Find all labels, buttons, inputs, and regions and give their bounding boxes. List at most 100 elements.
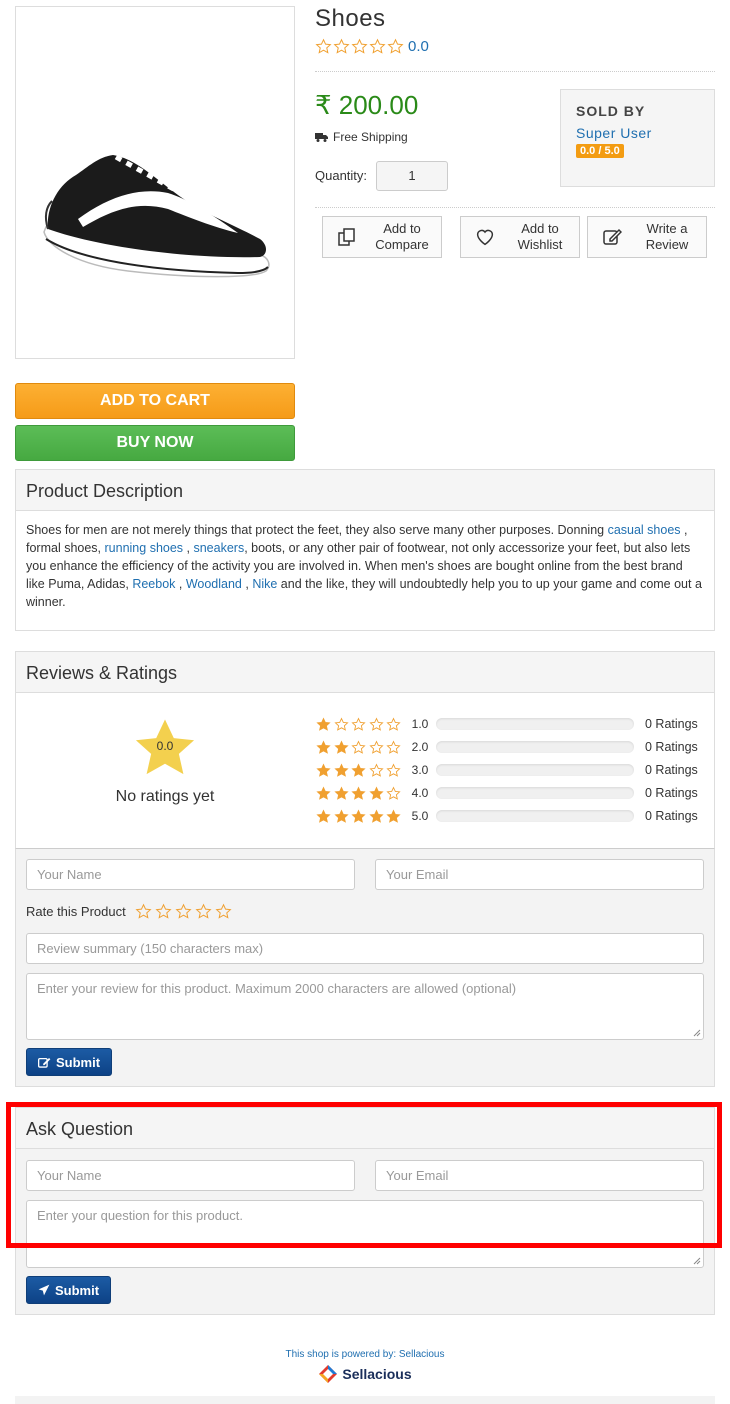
rate-stars-input[interactable]	[135, 903, 235, 920]
rating-row-value: 2.0	[411, 740, 429, 754]
average-rating-value: 0.0	[156, 739, 174, 753]
ask-submit-label: Submit	[55, 1282, 100, 1298]
link-casual-shoes[interactable]: casual shoes	[608, 523, 681, 537]
rating-row-value: 3.0	[411, 763, 429, 777]
edit-icon	[596, 227, 628, 247]
brand-name: Sellacious	[342, 1366, 412, 1382]
rating-row-count: 0 Ratings	[645, 740, 698, 754]
star-filled-icon	[333, 763, 349, 777]
add-to-wishlist-button[interactable]: Add to Wishlist	[460, 216, 580, 258]
ask-question-heading: Ask Question	[16, 1108, 714, 1149]
star-filled-icon	[368, 809, 384, 823]
rating-progress-bar	[436, 764, 634, 776]
rating-distribution-row: 5.0 0 Ratings	[316, 807, 698, 825]
review-text-placeholder: Enter your review for this product. Maxi…	[37, 981, 517, 996]
link-nike[interactable]: Nike	[252, 577, 277, 591]
rating-progress-bar	[436, 718, 634, 730]
rating-row-stars	[316, 786, 404, 801]
star-filled-icon	[386, 809, 401, 823]
review-name-input[interactable]: Your Name	[26, 859, 355, 890]
star-filled-icon	[316, 740, 331, 754]
write-review-button[interactable]: Write a Review	[587, 216, 707, 258]
quantity-label: Quantity:	[315, 168, 368, 183]
review-submit-label: Submit	[56, 1054, 101, 1070]
sellacious-logo-icon	[319, 1365, 338, 1383]
star-filled-icon	[316, 717, 331, 731]
add-to-compare-button[interactable]: Add to Compare	[322, 216, 442, 258]
quantity-input[interactable]: 1	[376, 161, 448, 191]
rating-row-stars	[316, 763, 404, 778]
reviews-heading: Reviews & Ratings	[16, 652, 714, 693]
seller-name-link[interactable]: Super User	[576, 125, 699, 141]
product-rating[interactable]: 0.0	[315, 38, 429, 55]
add-to-wishlist-label: Add to Wishlist	[517, 221, 563, 252]
rating-distribution-row: 3.0 0 Ratings	[316, 761, 698, 779]
review-summary-input[interactable]: Review summary (150 characters max)	[26, 933, 704, 964]
divider	[315, 71, 715, 72]
star-empty-icon	[333, 38, 350, 54]
star-filled-icon	[368, 786, 384, 800]
resize-handle-icon[interactable]	[693, 1257, 701, 1265]
rate-product: Rate this Product	[26, 903, 235, 920]
star-empty-icon	[315, 38, 332, 54]
star-filled-icon	[351, 786, 366, 800]
star-filled-icon	[316, 809, 331, 823]
divider	[315, 207, 715, 208]
star-empty-icon	[351, 38, 368, 54]
star-empty-icon[interactable]	[195, 903, 212, 920]
ask-email-input[interactable]: Your Email	[375, 1160, 704, 1191]
powered-by-text[interactable]: This shop is powered by: Sellacious	[0, 1349, 730, 1360]
ask-question-textarea[interactable]: Enter your question for this product.	[26, 1200, 704, 1268]
rating-row-count: 0 Ratings	[645, 763, 698, 777]
heart-icon	[469, 228, 501, 246]
star-empty-icon[interactable]	[215, 903, 232, 920]
link-sneakers[interactable]: sneakers	[193, 541, 244, 555]
shipping-info: Free Shipping	[315, 130, 408, 144]
no-ratings-text: No ratings yet	[115, 788, 215, 805]
edit-icon	[38, 1057, 51, 1068]
rating-row-count: 0 Ratings	[645, 786, 698, 800]
review-email-input[interactable]: Your Email	[375, 859, 704, 890]
sellacious-logo[interactable]: Sellacious	[0, 1364, 730, 1384]
link-running-shoes[interactable]: running shoes	[105, 541, 184, 555]
rating-row-stars	[316, 717, 404, 732]
review-text-textarea[interactable]: Enter your review for this product. Maxi…	[26, 973, 704, 1040]
star-empty-icon	[368, 717, 384, 731]
star-empty-icon	[351, 740, 366, 754]
product-description-heading: Product Description	[16, 470, 714, 511]
rating-distribution-row: 1.0 0 Ratings	[316, 715, 698, 733]
star-empty-icon[interactable]	[175, 903, 192, 920]
star-empty-icon	[368, 740, 384, 754]
rating-row-value: 4.0	[411, 786, 429, 800]
rating-row-count: 0 Ratings	[645, 809, 698, 823]
write-review-label: Write a Review	[645, 221, 689, 252]
star-empty-icon	[386, 786, 401, 800]
star-empty-icon[interactable]	[135, 903, 152, 920]
truck-icon	[315, 133, 328, 142]
rating-progress-bar	[436, 810, 634, 822]
product-image[interactable]	[15, 6, 295, 359]
star-empty-icon	[369, 38, 386, 54]
link-woodland[interactable]: Woodland	[186, 577, 242, 591]
star-empty-icon	[386, 763, 401, 777]
ask-question-placeholder: Enter your question for this product.	[37, 1208, 243, 1223]
review-submit-button[interactable]: Submit	[26, 1048, 113, 1076]
add-to-cart-button[interactable]: ADD TO CART	[15, 383, 295, 419]
star-filled-icon	[333, 740, 349, 754]
ask-submit-button[interactable]: Submit	[26, 1276, 112, 1304]
link-reebok[interactable]: Reebok	[132, 577, 175, 591]
star-filled-icon	[351, 763, 366, 777]
star-filled-icon	[351, 809, 366, 823]
star-empty-icon[interactable]	[155, 903, 172, 920]
buy-now-button[interactable]: BUY NOW	[15, 425, 295, 461]
ask-name-input[interactable]: Your Name	[26, 1160, 355, 1191]
seller-rating-badge: 0.0 / 5.0	[576, 144, 624, 158]
star-filled-icon	[316, 786, 331, 800]
star-filled-icon	[333, 786, 349, 800]
send-icon	[38, 1284, 50, 1296]
rating-progress-bar	[436, 741, 634, 753]
resize-handle-icon[interactable]	[693, 1029, 701, 1037]
seller-box: SOLD BY Super User 0.0 / 5.0	[560, 89, 715, 187]
footer-strip	[15, 1396, 715, 1404]
rating-value-link[interactable]: 0.0	[408, 38, 429, 55]
